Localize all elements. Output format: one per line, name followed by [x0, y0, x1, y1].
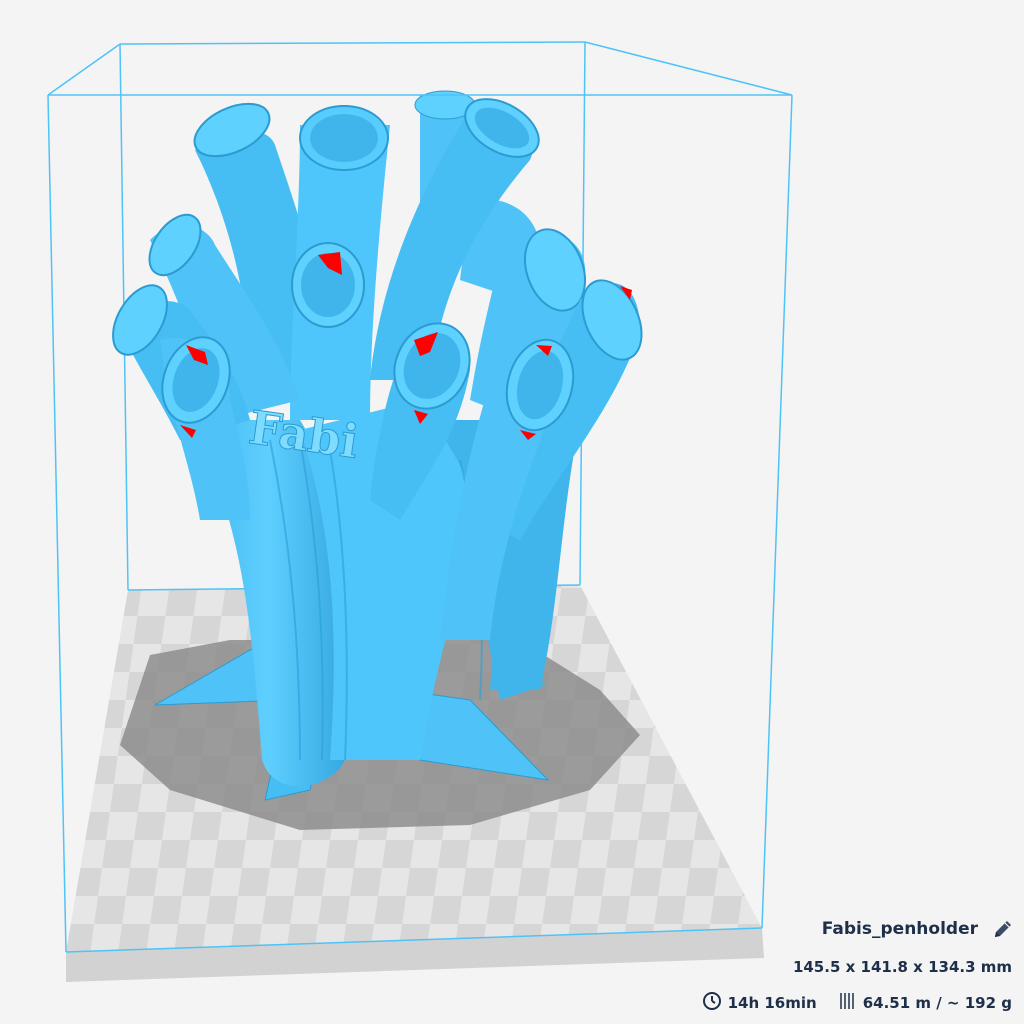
clock-icon — [702, 991, 722, 1015]
pencil-icon[interactable] — [992, 918, 1014, 940]
model-name: Fabis_penholder — [821, 919, 978, 939]
model-name-row: Fabis_penholder — [822, 914, 1014, 944]
print-time: 14h 16min — [727, 994, 817, 1012]
filament-spool-icon — [839, 991, 857, 1015]
material-usage: 64.51 m / ~ 192 g — [862, 994, 1012, 1012]
3d-viewport[interactable]: Fabi — [0, 0, 1024, 1024]
model-dimensions-row: 145.5 x 141.8 x 134.3 mm — [793, 955, 1012, 979]
print-estimate-row: 14h 16min 64.51 m / ~ 192 g — [702, 990, 1012, 1016]
scene-canvas[interactable]: Fabi — [0, 0, 1024, 1024]
model-dimensions: 145.5 x 141.8 x 134.3 mm — [792, 958, 1012, 976]
